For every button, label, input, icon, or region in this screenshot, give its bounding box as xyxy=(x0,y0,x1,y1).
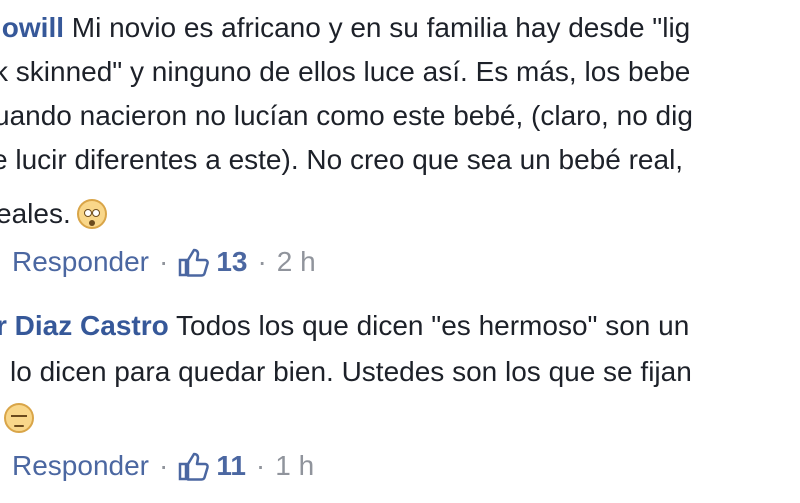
comment-actions: Responder · 13 · 2 h xyxy=(0,244,316,280)
timestamp[interactable]: 1 h xyxy=(275,448,314,484)
comment-actions: Responder · 11 · 1 h xyxy=(0,448,314,484)
flushed-face-icon xyxy=(76,199,107,229)
comment-text-line: r Diaz Castro Todos los que dicen "es he… xyxy=(0,308,689,344)
thumbs-up-icon[interactable] xyxy=(178,247,210,277)
comment-text-line: lowill Mi novio es africano y en su fami… xyxy=(0,10,690,46)
like-count: 13 xyxy=(216,246,248,277)
separator: · xyxy=(158,246,169,277)
comment-author[interactable]: r Diaz Castro xyxy=(0,310,169,341)
comment-text-line: k skinned" y ninguno de ellos luce así. … xyxy=(0,56,691,87)
reply-button[interactable]: Responder xyxy=(12,448,149,484)
comment-text-line xyxy=(0,400,34,436)
comment-text-line: lo dicen para quedar bien. Ustedes son l… xyxy=(10,356,692,387)
comment-text-line: uando nacieron no lucían como este bebé,… xyxy=(0,100,693,131)
comment-author[interactable]: lowill xyxy=(0,12,64,43)
thumbs-up-icon[interactable] xyxy=(178,451,210,481)
comment-text-line: e lucir diferentes a este). No creo que … xyxy=(0,144,684,175)
reply-button[interactable]: Responder xyxy=(12,244,149,280)
unamused-face-icon xyxy=(4,403,34,433)
separator: · xyxy=(158,450,169,481)
separator: · xyxy=(257,246,267,277)
like-count: 11 xyxy=(216,450,246,481)
separator: · xyxy=(255,450,266,481)
comment-text-line: eales. xyxy=(0,196,107,232)
timestamp[interactable]: 2 h xyxy=(277,244,316,280)
